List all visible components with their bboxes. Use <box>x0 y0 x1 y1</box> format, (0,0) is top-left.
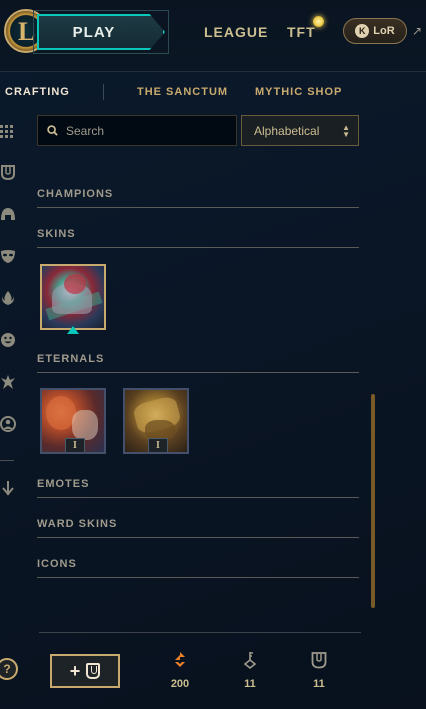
help-button[interactable]: ? <box>0 658 18 680</box>
summoner-icon-filter[interactable] <box>0 416 16 432</box>
selected-marker-icon <box>67 326 79 334</box>
currency-orange-essence: 200 <box>162 650 198 690</box>
external-link-icon[interactable]: ↗ <box>412 24 422 38</box>
tab-mythic-shop[interactable]: MYTHIC SHOP <box>255 86 342 98</box>
category-label: ICONS <box>37 558 77 570</box>
ward-skin-icon[interactable] <box>0 374 16 390</box>
eternal-loot-tile[interactable]: I <box>123 388 189 454</box>
lor-label: LoR <box>373 25 395 37</box>
lor-button[interactable]: K LoR <box>343 18 407 44</box>
key-fragment-count: 11 <box>244 678 256 690</box>
chest-count: 11 <box>313 678 325 690</box>
plus-label: + <box>69 660 81 681</box>
category-label: SKINS <box>37 228 76 240</box>
search-input[interactable] <box>66 123 226 138</box>
updown-chevron-icon: ▲ ▼ <box>342 122 350 139</box>
category-ward-skins[interactable]: WARD SKINS <box>37 518 359 538</box>
loot-scrollbar[interactable] <box>371 394 375 608</box>
currency-key-fragments: 11 <box>232 650 268 690</box>
sort-dropdown[interactable]: Alphabetical ▲ ▼ <box>241 115 359 146</box>
purchase-chest-button[interactable]: + <box>50 654 120 688</box>
orange-essence-count: 200 <box>170 678 190 690</box>
eternal-series-badge: I <box>65 438 85 452</box>
materials-icon[interactable] <box>0 480 16 496</box>
grid-icon[interactable] <box>0 124 16 140</box>
category-label: CHAMPIONS <box>37 188 114 200</box>
chest-icon <box>86 663 101 679</box>
category-label: WARD SKINS <box>37 518 118 530</box>
category-emotes[interactable]: EMOTES <box>37 478 359 498</box>
category-champions[interactable]: CHAMPIONS <box>37 188 359 208</box>
chest-filter-icon[interactable] <box>0 164 16 180</box>
champion-helmet-icon[interactable] <box>0 206 16 222</box>
tab-crafting[interactable]: CRAFTING <box>5 86 70 98</box>
footer-divider <box>39 632 361 633</box>
loot-subnav: CRAFTING THE SANCTUM MYTHIC SHOP <box>0 82 426 104</box>
play-button[interactable]: PLAY <box>37 14 165 50</box>
eternals-flame-icon[interactable] <box>0 290 16 306</box>
category-label: ETERNALS <box>37 353 105 365</box>
eternal-series-badge: I <box>148 438 168 452</box>
sort-value: Alphabetical <box>254 123 320 138</box>
nav-tft[interactable]: TFT <box>287 24 316 40</box>
chest-icon <box>311 652 327 669</box>
orange-essence-icon <box>175 652 185 667</box>
emote-face-icon[interactable] <box>0 332 16 348</box>
skin-loot-tile[interactable] <box>40 264 106 330</box>
nav-league[interactable]: LEAGUE <box>204 24 268 40</box>
subnav-divider <box>103 84 104 100</box>
lor-icon: K <box>355 24 370 38</box>
key-fragment-icon <box>243 652 257 670</box>
skin-mask-icon[interactable] <box>0 248 16 264</box>
tft-notification-dot <box>313 16 324 27</box>
category-skins[interactable]: SKINS <box>37 228 359 248</box>
rail-divider <box>0 460 14 461</box>
eternal-loot-tile[interactable]: I <box>40 388 106 454</box>
top-bar: L PLAY LEAGUE TFT K LoR ↗ <box>0 0 426 72</box>
currency-chests: 11 <box>301 650 337 690</box>
search-icon <box>47 125 58 136</box>
category-icons[interactable]: ICONS <box>37 558 359 578</box>
search-box <box>37 115 237 146</box>
category-eternals[interactable]: ETERNALS <box>37 353 359 373</box>
tab-the-sanctum[interactable]: THE SANCTUM <box>137 86 228 98</box>
category-label: EMOTES <box>37 478 90 490</box>
